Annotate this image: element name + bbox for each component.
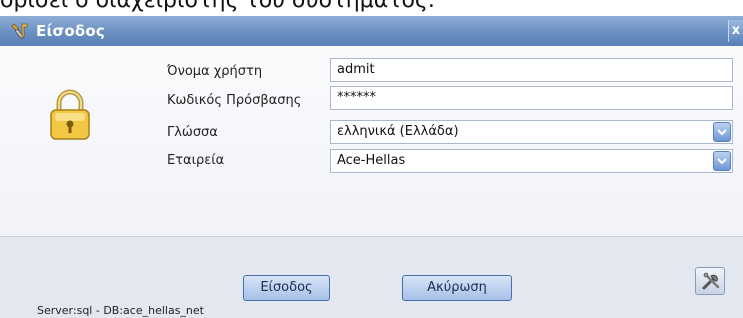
chevron-down-icon[interactable] [713,122,731,142]
connection-status: Server:sql - DB:ace_hellas_net [37,304,204,317]
lock-icon [48,89,92,145]
close-icon: x [731,23,741,38]
username-label: Όνομα χρήστη [167,64,263,79]
settings-button[interactable] [695,267,725,295]
password-label: Κωδικός Πρόσβασης [167,93,302,108]
language-label: Γλώσσα [167,125,218,140]
tools-icon [701,272,721,296]
dialog-title: Είσοδος [36,22,105,40]
company-value: Ace-Hellas [337,153,406,168]
close-button[interactable]: x [728,20,743,42]
password-field[interactable]: ****** [330,86,733,110]
title-bar[interactable]: Είσοδος x [0,16,743,46]
cancel-button[interactable]: Ακύρωση [402,275,512,301]
username-value: admit [337,62,375,77]
login-dialog: Είσοδος x Όνομα χρήστη admit Κωδικός Πρό… [0,16,743,318]
password-value: ****** [337,90,376,105]
login-form: Όνομα χρήστη admit Κωδικός Πρόσβασης ***… [0,46,743,237]
page-caption: ορίσει ο διαχειριστής του συστήματος. [0,0,435,13]
language-select[interactable]: ελληνικά (Ελλάδα) [330,120,733,144]
username-field[interactable]: admit [330,58,733,82]
dialog-footer: Είσοδος Ακύρωση Server:sql - DB:ace_hell… [0,237,743,318]
language-value: ελληνικά (Ελλάδα) [337,124,459,139]
login-button[interactable]: Είσοδος [243,275,330,301]
company-select[interactable]: Ace-Hellas [330,149,733,173]
chevron-down-icon[interactable] [713,151,731,171]
tools-icon [10,21,30,41]
company-label: Εταιρεία [167,153,225,168]
